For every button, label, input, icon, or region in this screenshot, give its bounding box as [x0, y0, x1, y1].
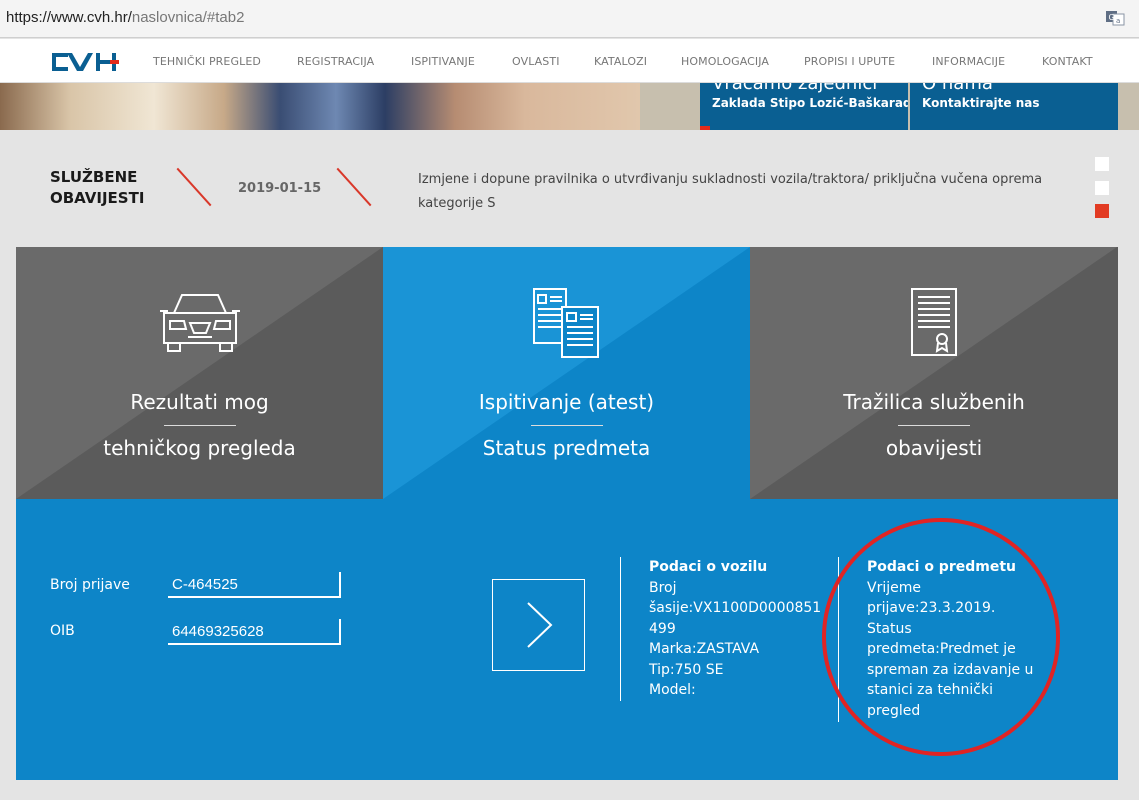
active-indicator: [700, 126, 710, 130]
tile-testing-status[interactable]: Ispitivanje (atest) Status predmeta: [383, 247, 750, 499]
main-nav: TEHNIČKI PREGLED REGISTRACIJA ISPITIVANJ…: [0, 39, 1139, 83]
nav-menu: TEHNIČKI PREGLED REGISTRACIJA ISPITIVANJ…: [153, 55, 1093, 68]
nav-item-ispitivanje[interactable]: ISPITIVANJE: [411, 55, 512, 68]
subject-info-line: stanici za tehnički: [867, 682, 993, 698]
hero-photo: [0, 83, 700, 130]
nav-item-ovlasti[interactable]: OVLASTI: [512, 55, 594, 68]
svg-text:G: G: [1109, 13, 1115, 22]
address-bar[interactable]: https://www.cvh.hr/naslovnica/#tab2 G a: [0, 0, 1139, 38]
nav-item-registracija[interactable]: REGISTRACIJA: [297, 55, 411, 68]
notice-link[interactable]: Izmjene i dopune pravilnika o utvrđivanj…: [418, 168, 1058, 216]
nav-item-homologacija[interactable]: HOMOLOGACIJA: [681, 55, 804, 68]
vehicle-info: Podaci o vozilu Broj šasije:VX1100D00008…: [649, 557, 839, 701]
certificate-icon: [911, 288, 957, 356]
tile-testing-status-line2: Status predmeta: [482, 436, 651, 460]
nav-item-propisi-i-upute[interactable]: PROPISI I UPUTE: [804, 55, 932, 68]
page-footer-space: [0, 780, 1139, 800]
broj-prijave-input[interactable]: C-464525: [168, 572, 341, 598]
subject-info-heading: Podaci o predmetu: [867, 559, 1016, 575]
documents-icon: [532, 288, 599, 358]
hero-card-foundation-title: Vraćamo zajednici: [712, 83, 878, 94]
hero-card-about-subtitle: Kontaktirajte nas: [922, 96, 1040, 110]
tile-shade: [750, 247, 1117, 499]
tile-inspection-results[interactable]: Rezultati mog tehničkog pregleda: [16, 247, 383, 499]
subject-info-line: Vrijeme: [867, 579, 921, 596]
car-icon: [159, 294, 240, 352]
vehicle-info-heading: Podaci o vozilu: [649, 559, 768, 575]
hero-card-foundation-subtitle: Zaklada Stipo Lozić-Baškarad: [712, 96, 908, 110]
vehicle-info-line: Broj: [649, 579, 677, 596]
chevron-right-icon: [526, 602, 552, 648]
url-text[interactable]: https://www.cvh.hr/naslovnica/#tab2: [6, 9, 244, 26]
tile-shade: [16, 247, 383, 499]
nav-item-kontakt[interactable]: KONTAKT: [1042, 55, 1093, 68]
divider-line: [838, 557, 839, 722]
carousel-dot-1[interactable]: [1095, 157, 1109, 171]
divider-line: [620, 557, 621, 701]
subject-info-line: Status: [867, 620, 912, 637]
tile-official-notices-search-line2: obavijesti: [885, 436, 983, 460]
vehicle-info-line: Marka:ZASTAVA: [649, 641, 760, 657]
subject-info-line: prijave:23.3.2019.: [867, 600, 996, 616]
hero-card-about[interactable]: O nama Kontaktirajte nas: [910, 83, 1118, 130]
url-host: https://www.cvh.hr/: [6, 9, 132, 26]
broj-prijave-label: Broj prijave: [50, 577, 130, 593]
tile-official-notices-search-line1: Tražilica službenih: [843, 390, 1025, 414]
notices-title: SLUŽBENE OBAVIJESTI: [50, 167, 144, 209]
tile-divider: [898, 425, 970, 426]
carousel-dot-2[interactable]: [1095, 181, 1109, 195]
subject-info-line: predmeta:Predmet je: [867, 641, 1016, 657]
nav-item-tehnicki-pregled[interactable]: TEHNIČKI PREGLED: [153, 55, 297, 68]
url-path: naslovnica/#tab2: [131, 9, 245, 26]
tile-testing-status-line1: Ispitivanje (atest): [478, 390, 655, 414]
tile-inspection-results-line1: Rezultati mog: [130, 390, 269, 414]
hero-card-foundation[interactable]: Vraćamo zajednici Zaklada Stipo Lozić-Ba…: [700, 83, 908, 130]
subject-info: Podaci o predmetu Vrijeme prijave:23.3.2…: [867, 557, 1067, 721]
notices-title-line1: SLUŽBENE: [50, 168, 138, 186]
tile-official-notices-search[interactable]: Tražilica službenih obavijesti: [750, 247, 1118, 499]
translate-icon[interactable]: G a: [1105, 9, 1125, 27]
tile-inspection-results-line2: tehničkog pregleda: [103, 436, 296, 460]
subject-info-line: spreman za izdavanje u: [867, 661, 1034, 678]
vehicle-info-line: šasije:VX1100D0000851: [649, 600, 822, 616]
status-panel: Broj prijave C-464525 OIB 64469325628 Po…: [16, 499, 1118, 780]
tile-shade: [383, 247, 750, 499]
submit-button[interactable]: [492, 579, 585, 671]
divider-slash: [176, 167, 212, 207]
carousel-dot-3-active[interactable]: [1095, 204, 1109, 218]
svg-text:a: a: [1116, 17, 1120, 25]
vehicle-info-line: Tip:750 SE: [649, 661, 724, 678]
divider-slash: [336, 167, 372, 207]
notice-date: 2019-01-15: [238, 181, 322, 196]
cvh-logo[interactable]: [50, 51, 120, 73]
subject-info-line: pregled: [867, 702, 921, 719]
vehicle-info-line: 499: [649, 620, 676, 637]
tile-divider: [163, 425, 236, 426]
vehicle-info-line: Model:: [649, 682, 696, 698]
oib-label: OIB: [50, 623, 75, 639]
tile-divider: [530, 425, 603, 426]
notices-title-line2: OBAVIJESTI: [50, 189, 145, 207]
nav-item-katalozi[interactable]: KATALOZI: [594, 55, 681, 68]
oib-input[interactable]: 64469325628: [168, 619, 341, 645]
nav-item-informacije[interactable]: INFORMACIJE: [932, 55, 1042, 68]
hero-card-about-title: O nama: [922, 83, 993, 94]
